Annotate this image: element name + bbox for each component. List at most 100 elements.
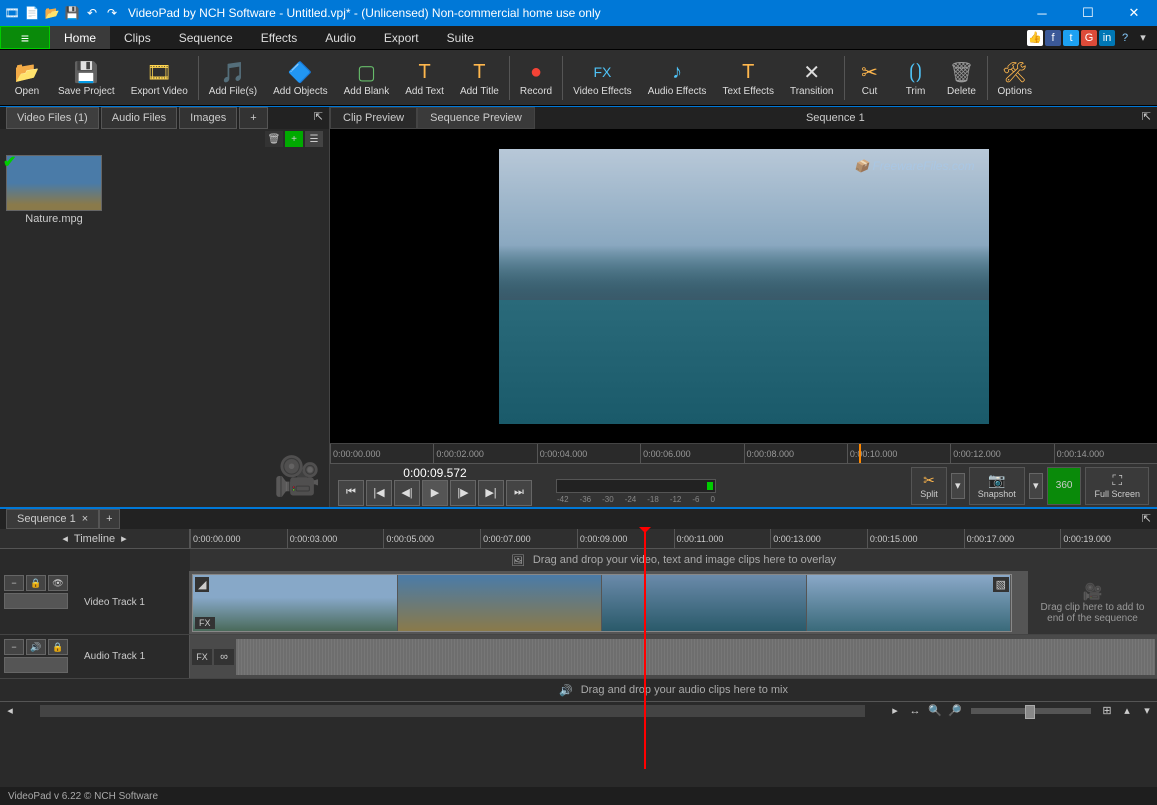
split-button[interactable]: ✂Split — [911, 467, 947, 505]
scroll-right-button[interactable]: ▸ — [885, 703, 905, 719]
menu-clips[interactable]: Clips — [110, 26, 165, 49]
add-title-button[interactable]: TAdd Title — [452, 52, 507, 104]
options-button[interactable]: 🛠Options — [990, 52, 1040, 104]
open-button[interactable]: 📂Open — [4, 52, 50, 104]
fade-out-icon[interactable]: ▧ — [993, 577, 1009, 592]
qat-open-icon[interactable]: 📂 — [44, 5, 60, 21]
audio-track-body[interactable]: FX∞ — [190, 635, 1157, 678]
trim-button[interactable]: ⟮⟯Trim — [893, 52, 939, 104]
audio-effects-button[interactable]: ♪Audio Effects — [640, 52, 715, 104]
preview-ruler[interactable]: 0:00:00.000 0:00:02.000 0:00:04.000 0:00… — [330, 443, 1157, 463]
bin-body[interactable]: Nature.mpg 🎥 — [0, 149, 329, 507]
add-objects-button[interactable]: 🔷Add Objects — [265, 52, 335, 104]
dropdown-icon[interactable]: ▾ — [1135, 30, 1151, 46]
fit-button[interactable]: ↔ — [905, 703, 925, 719]
track-lock-button[interactable]: 🔒 — [26, 575, 46, 591]
goto-end-button[interactable]: ⏭ — [506, 480, 532, 506]
export-video-button[interactable]: 🎞Export Video — [123, 52, 196, 104]
playhead[interactable] — [644, 529, 646, 769]
minimize-button[interactable]: ─ — [1019, 0, 1065, 26]
maximize-button[interactable]: ☐ — [1065, 0, 1111, 26]
next-frame-button[interactable]: ▶| — [478, 480, 504, 506]
step-back-button[interactable]: ◀| — [394, 480, 420, 506]
step-fwd-button[interactable]: |▶ — [450, 480, 476, 506]
zoom-out-button[interactable]: 🔎 — [945, 703, 965, 719]
fullscreen-button[interactable]: ⛶Full Screen — [1085, 467, 1149, 505]
sequence-tab[interactable]: Sequence 1× — [6, 509, 99, 529]
track-mute-button[interactable]: 👁 — [48, 575, 68, 591]
timeline-scrollbar[interactable] — [40, 705, 865, 717]
qat-save-icon[interactable]: 💾 — [64, 5, 80, 21]
menu-suite[interactable]: Suite — [433, 26, 488, 49]
audio-mix-hint[interactable]: 🔊Drag and drop your audio clips here to … — [190, 679, 1157, 701]
clip-item[interactable]: Nature.mpg — [6, 155, 102, 225]
audio-volume-slider[interactable] — [4, 657, 68, 673]
twitter-icon[interactable]: t — [1063, 30, 1079, 46]
facebook-icon[interactable]: f — [1045, 30, 1061, 46]
google-icon[interactable]: G — [1081, 30, 1097, 46]
menu-effects[interactable]: Effects — [247, 26, 311, 49]
scroll-up-button[interactable]: ▴ — [1117, 703, 1137, 719]
text-effects-button[interactable]: TText Effects — [714, 52, 782, 104]
bin-tab-video[interactable]: Video Files (1) — [6, 107, 99, 129]
360-button[interactable]: 360 — [1047, 467, 1082, 505]
bin-tab-audio[interactable]: Audio Files — [101, 107, 177, 129]
goto-start-button[interactable]: ⏮ — [338, 480, 364, 506]
snapshot-button[interactable]: 📷Snapshot — [969, 467, 1025, 505]
snap-button[interactable]: ⊞ — [1097, 703, 1117, 719]
audio-mute-button[interactable]: 🔊 — [26, 639, 46, 655]
record-button[interactable]: ●Record — [512, 52, 560, 104]
add-sequence-tab[interactable]: + — [99, 509, 119, 529]
video-effects-button[interactable]: FXVideo Effects — [565, 52, 640, 104]
overlay-drop-hint[interactable]: 🖼Drag and drop your video, text and imag… — [190, 549, 1157, 571]
menu-sequence[interactable]: Sequence — [165, 26, 247, 49]
scroll-left-button[interactable]: ◂ — [0, 703, 20, 719]
bin-tab-images[interactable]: Images — [179, 107, 237, 129]
cut-button[interactable]: ✂Cut — [847, 52, 893, 104]
help-icon[interactable]: ? — [1117, 30, 1133, 46]
preview-popout-icon[interactable]: ⇱ — [1136, 107, 1157, 129]
track-collapse-button[interactable]: − — [4, 575, 24, 591]
timeline-popout-icon[interactable]: ⇱ — [1136, 509, 1157, 529]
play-button[interactable]: ▶ — [422, 480, 448, 506]
bin-tab-add[interactable]: + — [239, 107, 267, 129]
fade-in-icon[interactable]: ◢ — [195, 577, 209, 592]
add-files-button[interactable]: 🎵Add File(s) — [201, 52, 265, 104]
tab-clip-preview[interactable]: Clip Preview — [330, 107, 417, 129]
video-viewport[interactable]: 📦 FreewareFiles.com — [330, 129, 1157, 443]
qat-undo-icon[interactable]: ↶ — [84, 5, 100, 21]
delete-button[interactable]: 🗑Delete — [939, 52, 985, 104]
bin-list-icon[interactable]: ☰ — [305, 131, 323, 147]
audio-waveform[interactable] — [236, 639, 1155, 675]
audio-solo-button[interactable]: 🔒 — [48, 639, 68, 655]
bin-add-icon[interactable]: + — [285, 131, 303, 147]
audio-fx-button[interactable]: FX — [192, 649, 212, 665]
add-blank-button[interactable]: ▢Add Blank — [336, 52, 398, 104]
bin-popout-icon[interactable]: ⇱ — [308, 107, 329, 129]
split-dropdown[interactable]: ▾ — [951, 473, 965, 499]
save-project-button[interactable]: 💾Save Project — [50, 52, 123, 104]
zoom-in-button[interactable]: 🔍 — [925, 703, 945, 719]
app-menu-button[interactable]: ≡ — [0, 26, 50, 49]
tab-sequence-preview[interactable]: Sequence Preview — [417, 107, 535, 129]
bin-delete-icon[interactable]: 🗑 — [265, 131, 283, 147]
snapshot-dropdown[interactable]: ▾ — [1029, 473, 1043, 499]
close-tab-icon[interactable]: × — [82, 513, 88, 525]
audio-link-button[interactable]: ∞ — [214, 649, 234, 665]
transition-button[interactable]: ✕Transition — [782, 52, 842, 104]
timeline-mode-label[interactable]: ◂Timeline▸ — [0, 529, 190, 548]
track-opacity-slider[interactable] — [4, 593, 68, 609]
prev-frame-button[interactable]: |◀ — [366, 480, 392, 506]
scroll-down-button[interactable]: ▾ — [1137, 703, 1157, 719]
timeline-ruler[interactable]: 0:00:00.0000:00:03.0000:00:05.0000:00:07… — [190, 529, 1157, 548]
menu-audio[interactable]: Audio — [311, 26, 370, 49]
qat-new-icon[interactable]: 📄 — [24, 5, 40, 21]
video-track-body[interactable]: ◢ FX ▧ — [190, 571, 1027, 634]
menu-export[interactable]: Export — [370, 26, 433, 49]
timeline-clip[interactable]: ◢ FX ▧ — [192, 574, 1012, 632]
linkedin-icon[interactable]: in — [1099, 30, 1115, 46]
clip-fx-button[interactable]: FX — [195, 617, 215, 629]
audio-collapse-button[interactable]: − — [4, 639, 24, 655]
close-button[interactable]: ✕ — [1111, 0, 1157, 26]
like-icon[interactable]: 👍 — [1027, 30, 1043, 46]
